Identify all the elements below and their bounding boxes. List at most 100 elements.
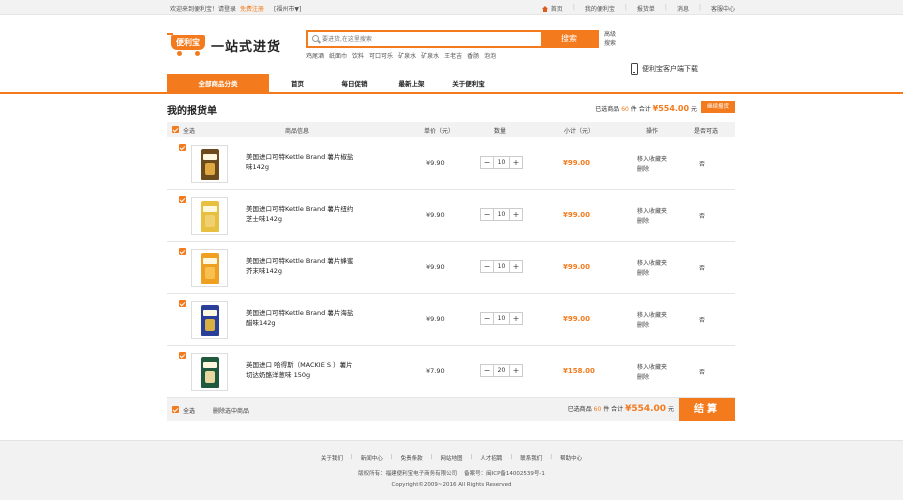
move-to-favorites-link[interactable]: 移入收藏夹 bbox=[637, 259, 667, 269]
quantity-input[interactable]: 10 bbox=[493, 261, 510, 272]
row-subtotal: ¥99.00 bbox=[563, 211, 591, 219]
top-link-my-account[interactable]: 我的便利宝 bbox=[585, 4, 615, 13]
hotword-link[interactable]: 矿泉水 bbox=[398, 51, 416, 60]
product-name[interactable]: 美国进口可特Kettle Brand 薯片纽约芝士味142g bbox=[246, 204, 356, 224]
delete-link[interactable]: 删除 bbox=[637, 217, 667, 227]
move-to-favorites-link[interactable]: 移入收藏夹 bbox=[637, 311, 667, 321]
footer-link-jobs[interactable]: 人才招聘 bbox=[480, 454, 502, 462]
quantity-input[interactable]: 20 bbox=[493, 365, 510, 376]
search-icon bbox=[312, 35, 319, 42]
delete-selected-link[interactable]: 删除选中商品 bbox=[213, 406, 249, 415]
product-image[interactable] bbox=[191, 353, 228, 391]
product-name[interactable]: 美国进口可特Kettle Brand 薯片海盐醋味142g bbox=[246, 308, 356, 328]
product-image[interactable] bbox=[191, 301, 228, 339]
row-ops: 移入收藏夹 删除 bbox=[637, 259, 667, 279]
site-logo[interactable]: 便利宝 一站式进货 bbox=[167, 33, 281, 57]
row-checkbox[interactable] bbox=[179, 196, 186, 203]
header-product: 商品信息 bbox=[285, 128, 310, 135]
top-link-home[interactable]: 首页 bbox=[541, 4, 563, 13]
nav-item-home[interactable]: 首页 bbox=[269, 74, 326, 94]
row-subtotal: ¥99.00 bbox=[563, 315, 591, 323]
row-subtotal: ¥158.00 bbox=[563, 367, 595, 375]
footer-link-help[interactable]: 帮助中心 bbox=[560, 454, 582, 462]
hotword-link[interactable]: 可口可乐 bbox=[369, 51, 393, 60]
increase-button[interactable]: + bbox=[510, 261, 522, 272]
hotword-link[interactable]: 鸡尾酒 bbox=[306, 51, 324, 60]
select-all-checkbox[interactable] bbox=[172, 126, 179, 133]
nav-item-daily-promo[interactable]: 每日促销 bbox=[326, 74, 383, 94]
increase-button[interactable]: + bbox=[510, 209, 522, 220]
hotword-link[interactable]: 泡泡 bbox=[484, 51, 496, 60]
top-link-service[interactable]: 客服中心 bbox=[711, 4, 735, 13]
row-checkbox[interactable] bbox=[179, 300, 186, 307]
quantity-stepper: − 10 + bbox=[480, 312, 523, 325]
search-button[interactable]: 搜索 bbox=[541, 32, 597, 46]
hotword-link[interactable]: 王老吉 bbox=[444, 51, 462, 60]
nav-item-about[interactable]: 关于便利宝 bbox=[440, 74, 497, 94]
footer-link-contact[interactable]: 联系我们 bbox=[520, 454, 542, 462]
row-checkbox[interactable] bbox=[179, 352, 186, 359]
divider: | bbox=[664, 4, 667, 11]
product-image[interactable] bbox=[191, 249, 228, 287]
row-checkbox[interactable] bbox=[179, 248, 186, 255]
cart-summary-top: 已选商品 60 件 合计 ¥554.00 元 bbox=[595, 104, 697, 113]
welcome-login-link[interactable]: 欢迎来到便利宝！请登录 bbox=[170, 4, 236, 13]
footer-link-disclaimer[interactable]: 免责条款 bbox=[401, 454, 423, 462]
product-image[interactable] bbox=[191, 197, 228, 235]
city-selector[interactable]: [福州市▼] bbox=[274, 4, 301, 13]
footer-link-sitemap[interactable]: 网站地图 bbox=[440, 454, 462, 462]
footer-select-all-checkbox[interactable] bbox=[172, 406, 179, 413]
delete-link[interactable]: 删除 bbox=[637, 373, 667, 383]
cart-total: ¥554.00 bbox=[652, 104, 690, 113]
row-checkbox[interactable] bbox=[179, 144, 186, 151]
decrease-button[interactable]: − bbox=[481, 365, 493, 376]
hotword-link[interactable]: 矿泉水 bbox=[421, 51, 439, 60]
unit-price: ¥9.90 bbox=[426, 211, 445, 219]
quantity-input[interactable]: 10 bbox=[493, 157, 510, 168]
product-name[interactable]: 英国进口 哈得斯（MACKIE S ）薯片 切达奶酪洋葱味 150g bbox=[246, 360, 356, 380]
decrease-button[interactable]: − bbox=[481, 261, 493, 272]
increase-button[interactable]: + bbox=[510, 313, 522, 324]
footer-select-all-label: 全选 bbox=[183, 408, 196, 415]
product-name[interactable]: 美国进口可特Kettle Brand 薯片椒盐味142g bbox=[246, 152, 356, 172]
decrease-button[interactable]: − bbox=[481, 157, 493, 168]
product-name[interactable]: 美国进口可特Kettle Brand 薯片蜂蜜芥末味142g bbox=[246, 256, 356, 276]
register-link[interactable]: 免费注册 bbox=[240, 4, 264, 13]
move-to-favorites-link[interactable]: 移入收藏夹 bbox=[637, 363, 667, 373]
delete-link[interactable]: 删除 bbox=[637, 165, 667, 175]
row-subtotal: ¥99.00 bbox=[563, 263, 591, 271]
decrease-button[interactable]: − bbox=[481, 209, 493, 220]
decrease-button[interactable]: − bbox=[481, 313, 493, 324]
cart-footer-bar: 全选 删除选中商品 已选商品 60 件 合计 ¥554.00 元 结算 bbox=[167, 398, 735, 421]
continue-ordering-button[interactable]: 继续报货 bbox=[701, 101, 735, 113]
top-link-order-list[interactable]: 报货单 bbox=[637, 4, 655, 13]
nav-item-new-arrivals[interactable]: 最新上架 bbox=[383, 74, 440, 94]
hotword-link[interactable]: 香肠 bbox=[467, 51, 479, 60]
chips-bag-icon bbox=[201, 253, 219, 284]
delete-link[interactable]: 删除 bbox=[637, 321, 667, 331]
unit-price: ¥9.90 bbox=[426, 263, 445, 271]
top-link-messages[interactable]: 消息 bbox=[677, 4, 689, 13]
advanced-search-link[interactable]: 高级 搜索 bbox=[604, 30, 616, 48]
footer-link-news[interactable]: 新闻中心 bbox=[361, 454, 383, 462]
increase-button[interactable]: + bbox=[510, 157, 522, 168]
quantity-input[interactable]: 10 bbox=[493, 313, 510, 324]
checkout-button[interactable]: 结算 bbox=[679, 398, 735, 421]
hotword-link[interactable]: 饮料 bbox=[352, 51, 364, 60]
header-unit-price: 单价（元） bbox=[424, 128, 455, 135]
footer-total: ¥554.00 bbox=[625, 404, 667, 414]
quantity-input[interactable]: 10 bbox=[493, 209, 510, 220]
product-image[interactable] bbox=[191, 145, 228, 183]
increase-button[interactable]: + bbox=[510, 365, 522, 376]
all-categories-button[interactable]: 全部商品分类 bbox=[167, 74, 269, 94]
search-input[interactable] bbox=[322, 33, 542, 45]
move-to-favorites-link[interactable]: 移入收藏夹 bbox=[637, 155, 667, 165]
logo-slogan: 一站式进货 bbox=[211, 39, 282, 55]
chips-bag-icon bbox=[201, 305, 219, 336]
move-to-favorites-link[interactable]: 移入收藏夹 bbox=[637, 207, 667, 217]
chips-bag-icon bbox=[201, 357, 219, 388]
footer-link-about[interactable]: 关于我们 bbox=[321, 454, 343, 462]
delete-link[interactable]: 删除 bbox=[637, 269, 667, 279]
hotword-link[interactable]: 纸面巾 bbox=[329, 51, 347, 60]
divider: | bbox=[572, 4, 575, 11]
